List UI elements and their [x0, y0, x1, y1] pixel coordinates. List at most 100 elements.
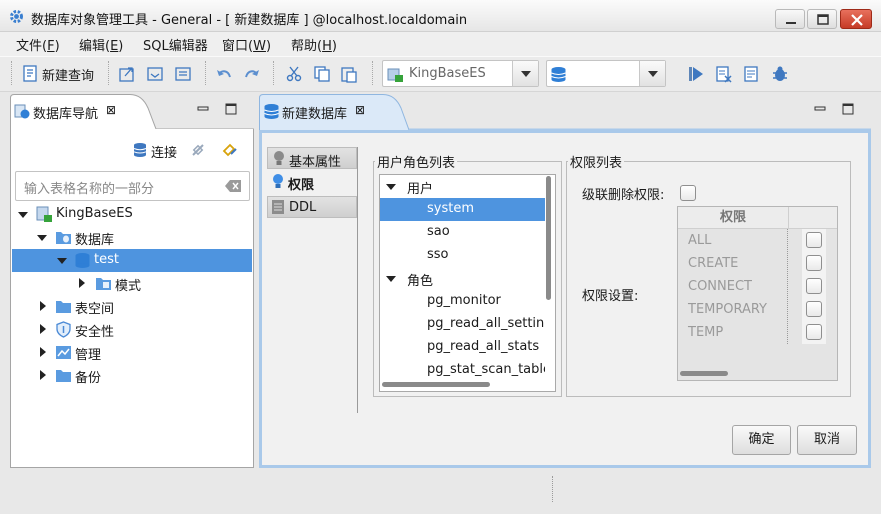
- maximize-icon: [817, 14, 829, 25]
- column-divider: [787, 229, 788, 344]
- panel-icon[interactable]: [174, 65, 192, 83]
- permission-checkbox-all[interactable]: [806, 232, 822, 248]
- debug-bug-icon[interactable]: [771, 65, 789, 83]
- database-combo-value: KingBaseES: [409, 66, 486, 81]
- chevron-right-icon[interactable]: [79, 278, 85, 288]
- status-bar-divider: [552, 476, 553, 502]
- new-query-button[interactable]: 新建查询: [42, 65, 94, 84]
- minimize-panel-icon[interactable]: [197, 103, 209, 115]
- chevron-right-icon[interactable]: [40, 301, 46, 311]
- disconnect-icon[interactable]: [190, 142, 206, 158]
- chevron-down-icon[interactable]: [37, 235, 47, 241]
- list-group-roles[interactable]: 角色: [380, 267, 545, 290]
- tab-database-navigator[interactable]: 数据库导航: [33, 103, 98, 122]
- cascade-delete-label: 级联删除权限:: [582, 188, 665, 203]
- menu-file[interactable]: 文件(F): [16, 35, 60, 54]
- permission-checkbox-connect[interactable]: [806, 278, 822, 294]
- menu-edit[interactable]: 编辑(E): [79, 35, 123, 54]
- close-window-button[interactable]: [840, 9, 872, 29]
- menu-help[interactable]: 帮助(H): [291, 35, 337, 54]
- chevron-right-icon[interactable]: [40, 370, 46, 380]
- tab-basic-properties[interactable]: 基本属性: [267, 147, 357, 170]
- list-item[interactable]: pg_stat_scan_tables: [380, 359, 545, 382]
- format-icon[interactable]: [743, 65, 761, 83]
- user-role-list[interactable]: 用户 system sao sso 角色 pg_monitor pg_read_…: [379, 174, 556, 392]
- tree-node-backup[interactable]: 备份: [12, 364, 252, 387]
- permission-column-header: 权限: [678, 207, 788, 229]
- shield-icon: [56, 321, 71, 338]
- tab-ddl[interactable]: DDL: [267, 196, 357, 218]
- maximize-button[interactable]: [807, 9, 837, 29]
- close-icon: [851, 14, 863, 26]
- tree-node-kingbasees[interactable]: KingBaseES: [12, 203, 252, 226]
- list-group-users[interactable]: 用户: [380, 175, 545, 198]
- list-item[interactable]: system: [380, 198, 545, 221]
- paste-icon[interactable]: [340, 65, 358, 83]
- chevron-down-icon[interactable]: [18, 212, 28, 218]
- list-item[interactable]: pg_read_all_stats: [380, 336, 545, 359]
- new-query-icon[interactable]: [22, 65, 40, 83]
- ok-button[interactable]: 确定: [732, 425, 791, 455]
- window-icon[interactable]: [146, 65, 164, 83]
- chevron-right-icon[interactable]: [40, 347, 46, 357]
- explain-icon[interactable]: [715, 65, 733, 83]
- window-title: 数据库对象管理工具 - General - [ 新建数据库 ] @localho…: [31, 13, 468, 28]
- tree-node-schema[interactable]: 模式: [12, 272, 252, 295]
- tab-permissions[interactable]: 权限: [267, 171, 357, 193]
- chevron-down-icon[interactable]: [386, 276, 396, 282]
- lightbulb-icon: [274, 151, 284, 165]
- export-icon[interactable]: [118, 65, 136, 83]
- menu-window[interactable]: 窗口(W): [222, 35, 271, 54]
- connect-button[interactable]: 连接: [151, 142, 177, 161]
- tree-node-databases[interactable]: 数据库: [12, 226, 252, 249]
- close-tab-icon[interactable]: ⊠: [106, 103, 116, 117]
- database-combo[interactable]: KingBaseES: [382, 60, 539, 87]
- chevron-down-icon[interactable]: [512, 61, 538, 86]
- permission-checkbox-temp[interactable]: [806, 324, 822, 340]
- folder-icon: [96, 278, 111, 290]
- cancel-button[interactable]: 取消: [797, 425, 857, 455]
- list-item[interactable]: sao: [380, 221, 545, 244]
- clear-input-icon[interactable]: [224, 179, 242, 193]
- list-item[interactable]: pg_monitor: [380, 290, 545, 313]
- copy-icon[interactable]: [313, 65, 331, 83]
- horizontal-scrollbar[interactable]: [678, 369, 837, 378]
- execute-icon[interactable]: [687, 65, 705, 83]
- undo-icon[interactable]: [215, 65, 233, 83]
- table-search-input[interactable]: 输入表格名称的一部分: [15, 171, 250, 201]
- lightbulb-icon: [273, 174, 283, 188]
- permission-checkbox-temporary[interactable]: [806, 301, 822, 317]
- redo-icon[interactable]: [243, 65, 261, 83]
- tab-new-database[interactable]: 新建数据库: [282, 103, 347, 122]
- cut-icon[interactable]: [285, 65, 303, 83]
- minimize-button[interactable]: [775, 9, 805, 29]
- tree-node-security[interactable]: 安全性: [12, 318, 252, 341]
- chevron-right-icon[interactable]: [40, 324, 46, 334]
- horizontal-scrollbar[interactable]: [382, 380, 542, 389]
- minimize-panel-icon[interactable]: [814, 103, 826, 115]
- cascade-delete-checkbox[interactable]: [680, 185, 696, 201]
- permission-row: CONNECT: [688, 279, 752, 294]
- connect-db-icon[interactable]: [132, 142, 148, 158]
- list-item[interactable]: sso: [380, 244, 545, 267]
- folder-icon: [56, 301, 71, 313]
- maximize-panel-icon[interactable]: [842, 103, 854, 115]
- permission-checkbox-create[interactable]: [806, 255, 822, 271]
- tree-node-tablespace[interactable]: 表空间: [12, 295, 252, 318]
- management-icon: [56, 346, 71, 359]
- chevron-down-icon[interactable]: [57, 258, 67, 264]
- list-item[interactable]: pg_read_all_settings: [380, 313, 545, 336]
- link-toggle-icon[interactable]: [222, 142, 238, 158]
- maximize-panel-icon[interactable]: [225, 103, 237, 115]
- toolbar-separator: [11, 61, 13, 85]
- close-tab-icon[interactable]: ⊠: [355, 103, 365, 117]
- menu-sql-editor[interactable]: SQL编辑器: [143, 35, 208, 54]
- folder-icon: [56, 370, 71, 382]
- schema-combo[interactable]: [546, 60, 666, 87]
- permission-row: CREATE: [688, 256, 739, 271]
- tree-node-management[interactable]: 管理: [12, 341, 252, 364]
- tree-node-test[interactable]: test: [12, 249, 252, 272]
- vertical-scrollbar[interactable]: [544, 176, 553, 384]
- chevron-down-icon[interactable]: [386, 184, 396, 190]
- chevron-down-icon[interactable]: [639, 61, 665, 86]
